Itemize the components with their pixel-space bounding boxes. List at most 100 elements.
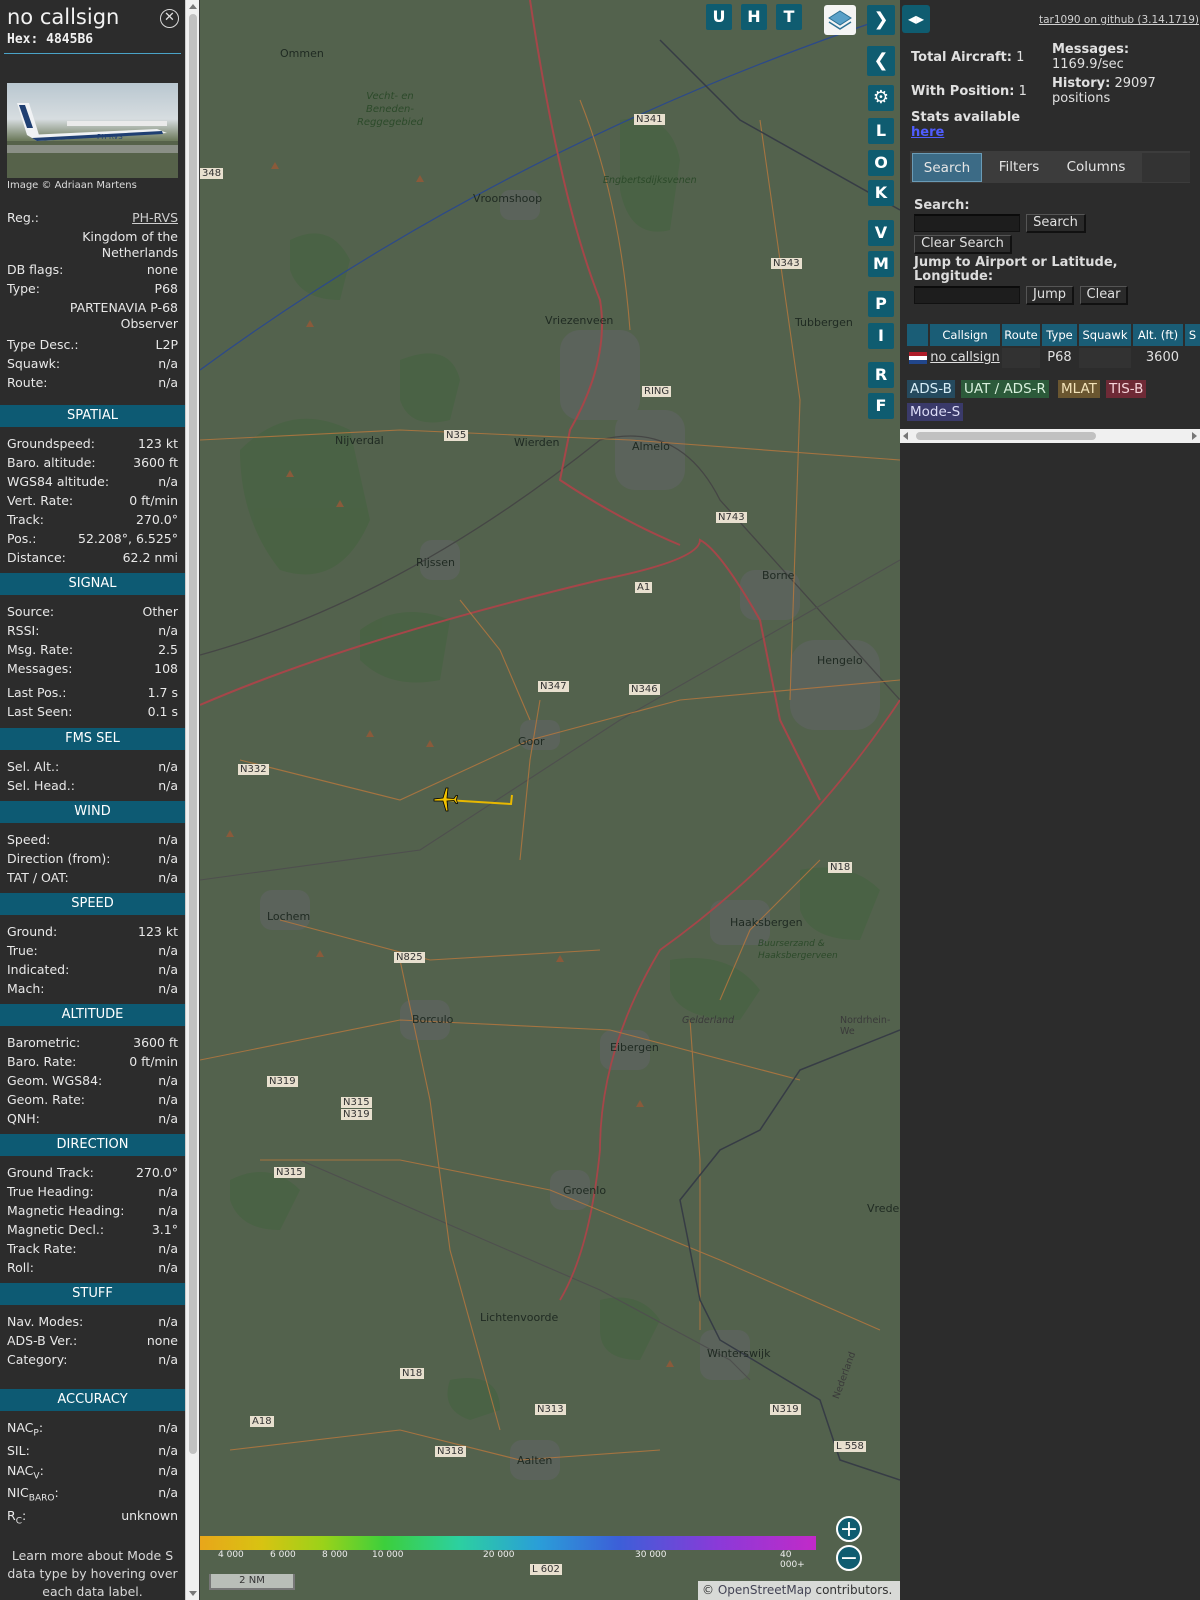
section-stuff[interactable]: STUFF — [0, 1283, 185, 1305]
tab-search[interactable]: Search — [912, 153, 982, 182]
l-button[interactable]: L — [868, 118, 894, 144]
aircraft-info-panel: no callsign Hex: 4845B6 ✕ PH-RVS Image ©… — [0, 0, 185, 1600]
info-row: QNH: n/a — [7, 1111, 178, 1126]
stats-available: Stats available here — [911, 110, 1021, 140]
info-row: Baro. Rate: 0 ft/min — [7, 1054, 178, 1069]
road-label: N313 — [535, 1404, 566, 1415]
info-row: True Heading: n/a — [7, 1184, 178, 1199]
col-altitude[interactable]: Alt. (ft) — [1133, 324, 1183, 346]
o-button[interactable]: O — [868, 150, 894, 176]
info-row: NACV: n/a — [7, 1463, 178, 1482]
section-altitude[interactable]: ALTITUDE — [0, 1004, 185, 1026]
road-label: L 602 — [530, 1564, 562, 1575]
map-label: Engbertsdijksvenen — [603, 175, 697, 186]
tab-filters[interactable]: Filters — [988, 153, 1050, 182]
road-label: RING — [642, 386, 672, 397]
section-speed[interactable]: SPEED — [0, 893, 185, 915]
cell-squawk — [1079, 348, 1131, 368]
u-button[interactable]: U — [706, 4, 732, 30]
map-view[interactable]: Ommen Vecht- en Beneden- Reggegebied Vro… — [200, 0, 900, 1600]
section-signal[interactable]: SIGNAL — [0, 573, 185, 595]
openstreetmap-link[interactable]: OpenStreetMap — [718, 1583, 812, 1597]
zoom-in-icon[interactable]: + — [836, 1516, 862, 1542]
badge-adsb: ADS-B — [907, 380, 955, 398]
col-speed[interactable]: S — [1185, 324, 1200, 346]
cell-type: P68 — [1047, 350, 1072, 365]
layers-button[interactable] — [824, 5, 856, 35]
col-route[interactable]: Route — [1002, 324, 1040, 346]
cell-callsign[interactable]: no callsign — [930, 348, 1000, 368]
road-label: N743 — [716, 512, 747, 523]
registration-link[interactable]: PH-RVS — [132, 210, 178, 225]
p-button[interactable]: P — [868, 291, 894, 317]
road-label: N18 — [400, 1368, 425, 1379]
info-row: Track: 270.0° — [7, 512, 178, 527]
h-button[interactable]: H — [741, 4, 767, 30]
info-row: Speed: n/a — [7, 832, 178, 847]
nl-flag-icon — [909, 348, 927, 368]
jump-button[interactable]: Jump — [1026, 286, 1074, 305]
section-accuracy[interactable]: ACCURACY — [0, 1389, 185, 1411]
close-icon[interactable]: ✕ — [160, 9, 179, 28]
scroll-up-icon[interactable] — [189, 4, 197, 9]
github-link[interactable]: tar1090 on github (3.14.1719) — [1039, 14, 1199, 26]
r-button[interactable]: R — [868, 362, 894, 388]
layers-icon — [828, 10, 852, 30]
badge-tisb: TIS-B — [1106, 380, 1147, 398]
toggle-sidebar-icon[interactable]: ◂▸ — [902, 5, 930, 33]
f-button[interactable]: F — [868, 393, 894, 419]
info-row: Magnetic Heading: n/a — [7, 1203, 178, 1218]
map-label: Borculo — [412, 1013, 454, 1026]
scrollbar-thumb[interactable] — [916, 432, 1096, 440]
title-divider — [4, 53, 181, 54]
scrollbar-thumb[interactable] — [189, 14, 197, 1454]
k-button[interactable]: K — [868, 180, 894, 206]
jump-label: Jump to Airport or Latitude, Longitude: — [914, 255, 1118, 284]
scroll-down-icon[interactable] — [189, 1591, 197, 1596]
info-row: Last Seen: 0.1 s — [7, 704, 178, 719]
chevron-right-icon[interactable]: ❯ — [867, 5, 895, 35]
scale-line: 2 NM — [209, 1574, 295, 1590]
col-type[interactable]: Type — [1042, 324, 1077, 346]
info-row: Last Pos.: 1.7 s — [7, 685, 178, 700]
road-label: N825 — [394, 952, 425, 963]
stats-here-link[interactable]: here — [911, 125, 944, 140]
scroll-right-icon[interactable] — [1192, 432, 1197, 440]
info-row: Barometric: 3600 ft — [7, 1035, 178, 1050]
info-row: Ground Track: 270.0° — [7, 1165, 178, 1180]
map-label: Vroomshoop — [473, 192, 543, 205]
with-position: With Position: 1 — [911, 84, 1027, 99]
info-row: True: n/a — [7, 943, 178, 958]
zoom-out-icon[interactable]: − — [836, 1545, 862, 1571]
info-row: Sel. Head.: n/a — [7, 778, 178, 793]
clear-button[interactable]: Clear — [1080, 286, 1128, 305]
aircraft-icon[interactable] — [432, 786, 460, 814]
t-button[interactable]: T — [776, 4, 802, 30]
chevron-left-icon[interactable]: ❮ — [867, 46, 895, 76]
table-scrollbar[interactable] — [900, 429, 1200, 443]
clear-search-button[interactable]: Clear Search — [914, 235, 1012, 254]
aircraft-photo[interactable]: PH-RVS — [7, 83, 178, 178]
tab-bar: Search Filters Columns — [910, 151, 1190, 183]
col-callsign[interactable]: Callsign — [930, 324, 1000, 346]
map-attribution: © OpenStreetMap contributors. — [698, 1581, 900, 1600]
road-label: N315 — [341, 1097, 372, 1108]
i-button[interactable]: I — [868, 323, 894, 349]
tab-columns[interactable]: Columns — [1056, 153, 1136, 182]
col-squawk[interactable]: Squawk — [1079, 324, 1131, 346]
section-wind[interactable]: WIND — [0, 801, 185, 823]
scroll-left-icon[interactable] — [903, 432, 908, 440]
section-direction[interactable]: DIRECTION — [0, 1134, 185, 1156]
v-button[interactable]: V — [868, 220, 894, 246]
info-panel-scrollbar[interactable] — [185, 0, 199, 1600]
search-input[interactable] — [914, 214, 1020, 232]
section-spatial[interactable]: SPATIAL — [0, 405, 185, 427]
info-row: TAT / OAT: n/a — [7, 870, 178, 885]
dbflags-row: DB flags: none — [7, 262, 178, 277]
map-label: Gelderland — [682, 1015, 735, 1026]
section-fms-sel[interactable]: FMS SEL — [0, 728, 185, 750]
settings-gear-icon[interactable]: ⚙ — [868, 85, 894, 111]
m-button[interactable]: M — [868, 251, 894, 277]
search-button[interactable]: Search — [1026, 214, 1086, 233]
jump-input[interactable] — [914, 286, 1020, 304]
